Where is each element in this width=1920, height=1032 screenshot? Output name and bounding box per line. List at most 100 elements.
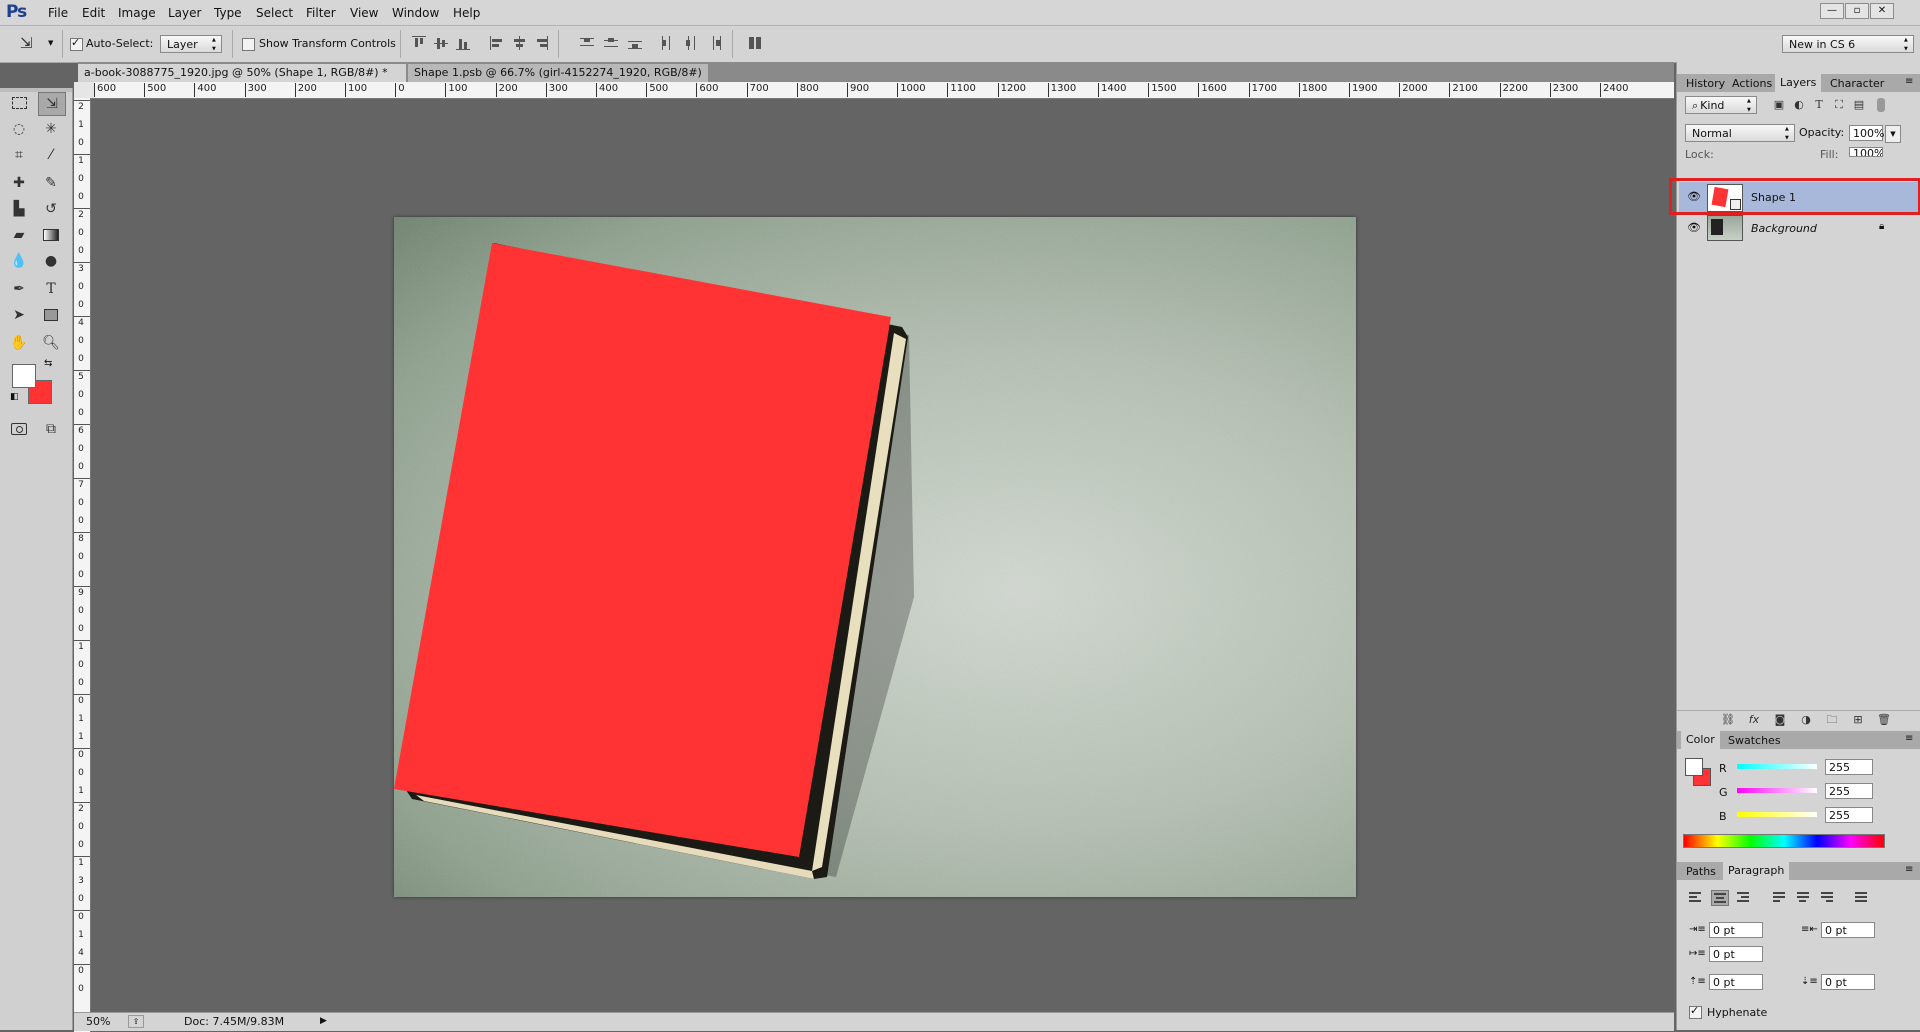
eye-icon[interactable]: 👁︎ (1687, 221, 1701, 234)
align-top-icon[interactable] (412, 36, 426, 50)
layer-row-background[interactable]: 👁︎ Background 🔒︎ (1679, 213, 1919, 243)
status-menu-arrow-icon[interactable]: ▶ (320, 1013, 327, 1030)
tab-color[interactable]: Color (1681, 731, 1720, 749)
marquee-tool-icon[interactable] (6, 92, 32, 114)
blue-slider[interactable] (1737, 812, 1817, 817)
align-center-text-icon[interactable] (1711, 890, 1729, 906)
tab-layers[interactable]: Layers (1775, 74, 1822, 92)
color-spectrum-ramp[interactable] (1683, 834, 1885, 848)
pen-tool-icon[interactable]: ✒ (6, 278, 32, 300)
filter-adjustment-icon[interactable]: ◐ (1792, 98, 1806, 112)
green-input[interactable]: 255 (1825, 783, 1873, 799)
foreground-color-swatch[interactable] (12, 364, 36, 388)
fill-input[interactable]: 100% (1849, 147, 1883, 157)
tab-paths[interactable]: Paths (1681, 864, 1721, 880)
tab-document-1[interactable]: a-book-3088775_1920.jpg @ 50% (Shape 1, … (78, 64, 406, 97)
align-left-icon[interactable] (490, 36, 504, 50)
align-right-text-icon[interactable] (1735, 890, 1751, 904)
distribute-left-icon[interactable] (660, 36, 674, 50)
distribute-hcenter-icon[interactable] (684, 36, 698, 50)
filter-pixel-icon[interactable]: ▣ (1772, 98, 1786, 112)
menu-filter[interactable]: Filter (306, 6, 336, 20)
clone-stamp-icon[interactable]: ▙ (6, 198, 32, 220)
dodge-tool-icon[interactable]: ● (38, 250, 64, 272)
menu-file[interactable]: File (48, 6, 68, 20)
delete-layer-icon[interactable]: 🗑︎ (1877, 713, 1891, 727)
menu-image[interactable]: Image (118, 6, 156, 20)
tab-character[interactable]: Character (1825, 76, 1889, 92)
healing-brush-icon[interactable]: ✚ (6, 172, 32, 194)
align-right-icon[interactable] (534, 36, 548, 50)
filter-kind-dropdown[interactable]: ⌕ Kind (1685, 96, 1757, 115)
red-input[interactable]: 255 (1825, 759, 1873, 775)
hyphenate-checkbox[interactable]: ✓ (1689, 1004, 1702, 1019)
filter-toggle-icon[interactable] (1877, 98, 1885, 112)
justify-last-center-icon[interactable] (1795, 890, 1811, 904)
space-after-input[interactable]: 0 pt (1821, 974, 1875, 990)
align-vcenter-icon[interactable] (434, 36, 448, 50)
eyedropper-icon[interactable]: ⁄ (38, 144, 64, 166)
filter-shape-icon[interactable]: ⛶ (1832, 98, 1846, 112)
red-slider[interactable] (1737, 764, 1817, 769)
indent-right-input[interactable]: 0 pt (1821, 922, 1875, 938)
justify-last-right-icon[interactable] (1819, 890, 1835, 904)
new-layer-icon[interactable]: ⊞ (1851, 713, 1865, 727)
align-bottom-icon[interactable] (456, 36, 470, 50)
show-transform-checkbox[interactable] (242, 38, 255, 51)
opacity-slider-toggle-icon[interactable]: ▼ (1885, 125, 1901, 143)
menu-view[interactable]: View (350, 6, 378, 20)
menu-help[interactable]: Help (453, 6, 480, 20)
link-layers-icon[interactable]: ⛓ (1721, 713, 1735, 727)
menu-edit[interactable]: Edit (82, 6, 105, 20)
restore-button[interactable]: ▫ (1845, 3, 1869, 19)
horizontal-ruler[interactable]: 600 500 400 300 200 100 0 100 200 300 400 500 600 700… (94, 82, 1674, 99)
adjustment-layer-icon[interactable]: ◑ (1799, 713, 1813, 727)
align-hcenter-icon[interactable] (512, 36, 526, 50)
menu-select[interactable]: Select (256, 6, 293, 20)
indent-left-input[interactable]: 0 pt (1709, 922, 1763, 938)
panel-menu-icon[interactable]: ≡ (1905, 733, 1913, 744)
eraser-tool-icon[interactable]: ▰ (6, 224, 32, 246)
distribute-vcenter-icon[interactable] (604, 36, 618, 50)
filter-type-icon[interactable]: T (1812, 98, 1826, 112)
chevron-down-icon[interactable]: ▼ (48, 39, 53, 47)
tab-actions[interactable]: Actions (1727, 76, 1777, 92)
rectangle-tool-icon[interactable] (38, 304, 64, 326)
brush-tool-icon[interactable]: ✎ (38, 172, 64, 194)
distribute-right-icon[interactable] (708, 36, 722, 50)
move-tool-icon[interactable]: ⇲ (20, 34, 33, 52)
align-left-text-icon[interactable] (1687, 890, 1703, 904)
distribute-bottom-icon[interactable] (628, 36, 642, 50)
blue-input[interactable]: 255 (1825, 807, 1873, 823)
document-canvas[interactable] (394, 217, 1356, 897)
layer-style-icon[interactable]: fx (1747, 713, 1761, 727)
justify-all-icon[interactable] (1853, 890, 1869, 904)
menu-type[interactable]: Type (214, 6, 242, 20)
space-before-input[interactable]: 0 pt (1709, 974, 1763, 990)
swap-colors-icon[interactable]: ⇆ (44, 358, 52, 369)
gradient-tool-icon[interactable] (38, 224, 64, 246)
blur-tool-icon[interactable]: 💧 (6, 250, 32, 272)
export-icon[interactable]: ⇪ (128, 1015, 144, 1028)
green-slider[interactable] (1737, 788, 1817, 793)
workspace-dropdown[interactable]: New in CS 6 (1782, 35, 1914, 54)
menu-window[interactable]: Window (392, 6, 439, 20)
move-tool-icon[interactable]: ⇲ (38, 92, 66, 116)
opacity-input[interactable]: 100% (1849, 125, 1884, 141)
menu-layer[interactable]: Layer (168, 6, 201, 20)
default-colors-icon[interactable]: ◧ (10, 392, 19, 402)
auto-select-checkbox[interactable]: ✓ (70, 36, 83, 51)
zoom-tool-icon[interactable]: 🔍︎ (38, 332, 64, 354)
color-foreground-swatch[interactable] (1685, 758, 1703, 776)
first-line-indent-input[interactable]: 0 pt (1709, 946, 1763, 962)
zoom-level[interactable]: 50% (86, 1013, 110, 1030)
minimize-button[interactable]: — (1820, 3, 1844, 19)
new-group-icon[interactable]: 🗀 (1825, 713, 1839, 727)
magic-wand-icon[interactable]: ✳ (38, 118, 64, 140)
tab-document-2[interactable]: Shape 1.psb @ 66.7% (girl-4152274_1920, … (408, 64, 708, 97)
layer-mask-icon[interactable]: ◙ (1773, 713, 1787, 727)
filter-smart-object-icon[interactable]: ▤ (1852, 98, 1866, 112)
panel-menu-icon[interactable]: ≡ (1905, 76, 1913, 87)
layer-name[interactable]: Background (1751, 222, 1817, 235)
quick-mask-icon[interactable] (6, 418, 32, 440)
